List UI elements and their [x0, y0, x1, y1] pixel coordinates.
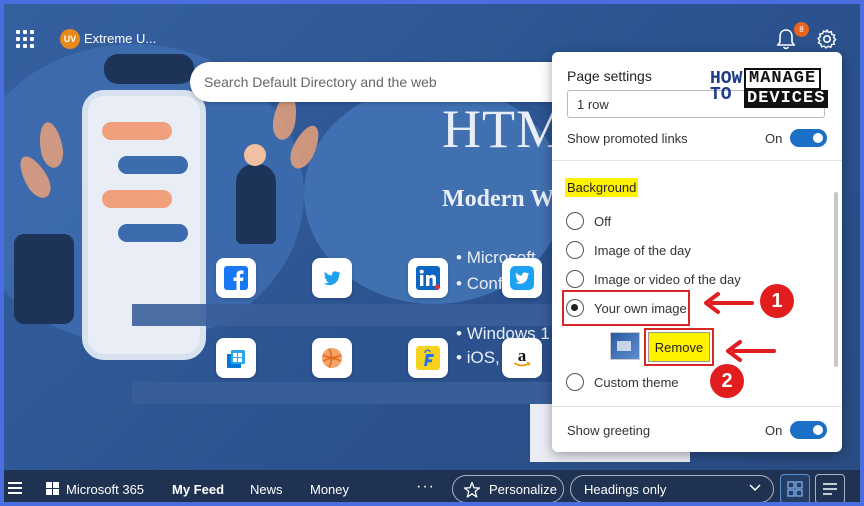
- radio-label: Image or video of the day: [594, 271, 741, 287]
- background-heading: Background: [565, 178, 639, 197]
- quick-links-label-strip: [132, 382, 562, 404]
- search-box: [190, 62, 590, 102]
- radio-option-off[interactable]: Off: [566, 210, 611, 232]
- chat-bubble: [118, 224, 188, 242]
- radio-option-image-of-day[interactable]: Image of the day: [566, 239, 691, 261]
- twitter-icon: [323, 271, 341, 286]
- ball-icon: [322, 348, 342, 368]
- watermark-how-to: HOW TO: [710, 69, 743, 105]
- own-image-highlight-box: [562, 290, 690, 326]
- callout-arrow-icon: [726, 340, 776, 362]
- quick-link-twitter-square[interactable]: [502, 258, 542, 298]
- headings-dropdown-value: Headings only: [584, 482, 667, 497]
- radio-label: Image of the day: [594, 242, 691, 258]
- radio-button[interactable]: [566, 373, 584, 391]
- watermark-devices: DEVICES: [744, 90, 829, 108]
- htmd-watermark-logo: HOW TO MANAGE DEVICES: [710, 68, 838, 110]
- chat-bubble: [102, 122, 172, 140]
- feed-navigation-bar: Microsoft 365 My Feed News Money ··· Per…: [4, 470, 860, 502]
- facebook-icon: [224, 266, 248, 290]
- nav-news[interactable]: News: [250, 482, 283, 497]
- linkedin-icon: [416, 266, 440, 290]
- quick-link-twitter[interactable]: [312, 258, 352, 298]
- microsoft-logo-icon: [46, 482, 59, 495]
- callout-arrow-icon: [704, 292, 754, 314]
- grid-view-button[interactable]: [780, 474, 810, 502]
- remove-image-button[interactable]: Remove: [648, 332, 710, 362]
- app-launcher-icon[interactable]: [16, 30, 34, 48]
- list-view-button[interactable]: [815, 474, 845, 502]
- greeting-label: Show greeting: [567, 423, 651, 438]
- radio-button[interactable]: [566, 241, 584, 259]
- radio-option-image-or-video[interactable]: Image or video of the day: [566, 268, 741, 290]
- personalize-label: Personalize: [489, 481, 557, 497]
- bell-icon[interactable]: [776, 28, 796, 50]
- promoted-links-state: On: [765, 131, 783, 146]
- amazon-icon: a: [514, 346, 531, 367]
- background-thumbnail: [610, 332, 640, 360]
- sparkle-star-icon: [463, 481, 481, 498]
- background-title-text: HTM: [442, 99, 565, 159]
- quick-link-facebook[interactable]: [216, 258, 256, 298]
- notification-badge: 8: [794, 22, 809, 37]
- personalize-button[interactable]: Personalize: [452, 475, 564, 502]
- person-illustration: [236, 164, 276, 244]
- panel-divider: [552, 160, 842, 161]
- quick-link-amazon[interactable]: a: [502, 338, 542, 378]
- greeting-state: On: [765, 423, 783, 438]
- nav-my-feed[interactable]: My Feed: [172, 482, 224, 497]
- background-subtitle-text: Modern W: [442, 186, 555, 212]
- headings-dropdown[interactable]: Headings only: [570, 475, 774, 502]
- nav-more-button[interactable]: ···: [416, 478, 435, 496]
- person-head-illustration: [244, 144, 266, 166]
- grid-icon: [787, 481, 803, 497]
- promoted-links-toggle[interactable]: [790, 129, 827, 147]
- chat-bubble: [118, 156, 188, 174]
- chat-bubble: [102, 190, 172, 208]
- organization-logo[interactable]: UV: [60, 29, 80, 49]
- organization-name[interactable]: Extreme U...: [84, 31, 156, 46]
- radio-button[interactable]: [566, 270, 584, 288]
- person-illustration: [14, 234, 74, 324]
- nav-microsoft-365[interactable]: Microsoft 365: [66, 482, 144, 497]
- quick-links-label-strip: [132, 304, 562, 326]
- hamburger-menu-icon[interactable]: [8, 482, 22, 494]
- quick-link-linkedin[interactable]: [408, 258, 448, 298]
- radio-button[interactable]: [566, 212, 584, 230]
- radio-label: Custom theme: [594, 374, 679, 390]
- panel-divider: [552, 406, 842, 407]
- page-settings-title: Page settings: [567, 68, 652, 84]
- quick-link-store[interactable]: [216, 338, 256, 378]
- callout-number-1: 1: [760, 284, 794, 318]
- quick-link-rewards[interactable]: [312, 338, 352, 378]
- quick-link-flipkart[interactable]: [408, 338, 448, 378]
- callout-number-2: 2: [710, 364, 744, 398]
- promoted-links-label: Show promoted links: [567, 131, 688, 146]
- browser-new-tab-page: HTM Modern W • Microsoft • Configu • Win…: [0, 0, 864, 506]
- svg-text:a: a: [518, 346, 527, 365]
- flipkart-icon: [416, 346, 440, 370]
- page-settings-panel: Page settings 1 row Show promoted links …: [552, 52, 842, 452]
- panel-scrollbar[interactable]: [834, 192, 838, 367]
- search-input[interactable]: [204, 72, 564, 92]
- radio-option-custom-theme[interactable]: Custom theme: [566, 371, 679, 393]
- gear-icon[interactable]: [816, 28, 838, 50]
- list-icon: [823, 483, 837, 495]
- chevron-down-icon: [749, 484, 761, 492]
- radio-label: Off: [594, 213, 612, 229]
- store-icon: [227, 350, 245, 368]
- greeting-toggle[interactable]: [790, 421, 827, 439]
- nav-money[interactable]: Money: [310, 482, 349, 497]
- twitter-square-icon: [510, 266, 534, 290]
- watermark-manage: MANAGE: [744, 68, 822, 90]
